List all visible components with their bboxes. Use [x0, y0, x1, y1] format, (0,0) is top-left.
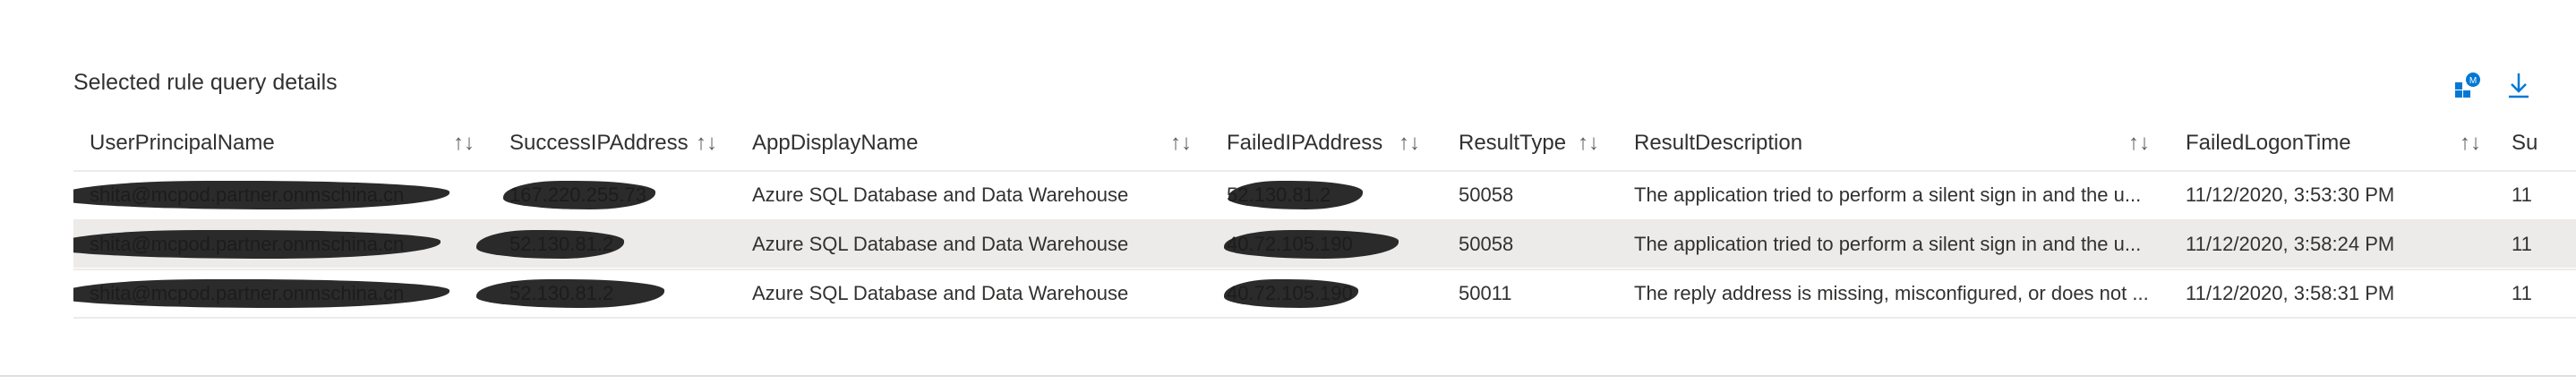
- cell-result-description: The reply address is missing, misconfigu…: [1634, 282, 2149, 304]
- column-header-appdisplayname[interactable]: AppDisplayName: [752, 116, 918, 170]
- table-row[interactable]: shita@mcpod.partner.onmschina.cn 52.130.…: [73, 219, 2576, 268]
- cell-failed-time: 11/12/2020, 3:58:24 PM: [2186, 233, 2395, 255]
- column-header-truncated[interactable]: Su: [2512, 116, 2537, 170]
- sort-icon[interactable]: ↑↓: [1578, 116, 1599, 170]
- redaction-mark: [73, 279, 449, 308]
- query-analytics-icon[interactable]: M: [2452, 70, 2482, 100]
- section-divider: [0, 375, 2576, 377]
- redaction-mark: [73, 230, 441, 259]
- column-header-failedlogontime[interactable]: FailedLogonTime: [2186, 116, 2351, 170]
- cell-result-type: 50058: [1459, 183, 1514, 206]
- sort-icon[interactable]: ↑↓: [696, 116, 717, 170]
- sort-icon[interactable]: ↑↓: [2460, 116, 2481, 170]
- column-header-successipaddress[interactable]: SuccessIPAddress: [509, 116, 689, 170]
- column-header-resultdescription[interactable]: ResultDescription: [1634, 116, 1802, 170]
- cell-app: Azure SQL Database and Data Warehouse: [752, 183, 1129, 206]
- column-header-userprincipalname[interactable]: UserPrincipalName: [90, 116, 275, 170]
- cell-app: Azure SQL Database and Data Warehouse: [752, 282, 1129, 304]
- sort-icon[interactable]: ↑↓: [1170, 116, 1192, 170]
- download-icon[interactable]: [2503, 70, 2534, 100]
- cell-result-type: 50011: [1459, 282, 1512, 304]
- column-header-failedipaddress[interactable]: FailedIPAddress: [1227, 116, 1382, 170]
- column-header-resulttype[interactable]: ResultType: [1459, 116, 1566, 170]
- sort-icon[interactable]: ↑↓: [453, 116, 475, 170]
- section-title: Selected rule query details: [73, 70, 338, 95]
- sort-icon[interactable]: ↑↓: [1399, 116, 1420, 170]
- redaction-mark: [476, 279, 664, 308]
- grid-header: UserPrincipalName ↑↓ SuccessIPAddress ↑↓…: [73, 116, 2576, 170]
- query-results-grid: UserPrincipalName ↑↓ SuccessIPAddress ↑↓…: [73, 116, 2576, 320]
- cell-app: Azure SQL Database and Data Warehouse: [752, 233, 1129, 255]
- table-row[interactable]: shita@mcpod.partner.onmschina.cn 167.220…: [73, 170, 2576, 218]
- redaction-mark: [73, 181, 449, 209]
- cell-truncated: 11: [2512, 282, 2532, 304]
- cell-failed-time: 11/12/2020, 3:53:30 PM: [2186, 183, 2395, 206]
- cell-truncated: 11: [2512, 183, 2532, 206]
- redaction-mark: [476, 230, 624, 259]
- cell-result-description: The application tried to perform a silen…: [1634, 183, 2142, 206]
- redaction-mark: [503, 181, 655, 209]
- sort-icon[interactable]: ↑↓: [2128, 116, 2150, 170]
- redaction-mark: [1228, 181, 1363, 209]
- table-row[interactable]: shita@mcpod.partner.onmschina.cn 52.130.…: [73, 269, 2576, 319]
- cell-result-description: The application tried to perform a silen…: [1634, 233, 2142, 255]
- cell-failed-time: 11/12/2020, 3:58:31 PM: [2186, 282, 2395, 304]
- cell-truncated: 11: [2512, 233, 2532, 255]
- redaction-mark: [1224, 279, 1358, 308]
- svg-text:M: M: [2469, 76, 2477, 86]
- cell-result-type: 50058: [1459, 233, 1514, 255]
- redaction-mark: [1224, 230, 1399, 259]
